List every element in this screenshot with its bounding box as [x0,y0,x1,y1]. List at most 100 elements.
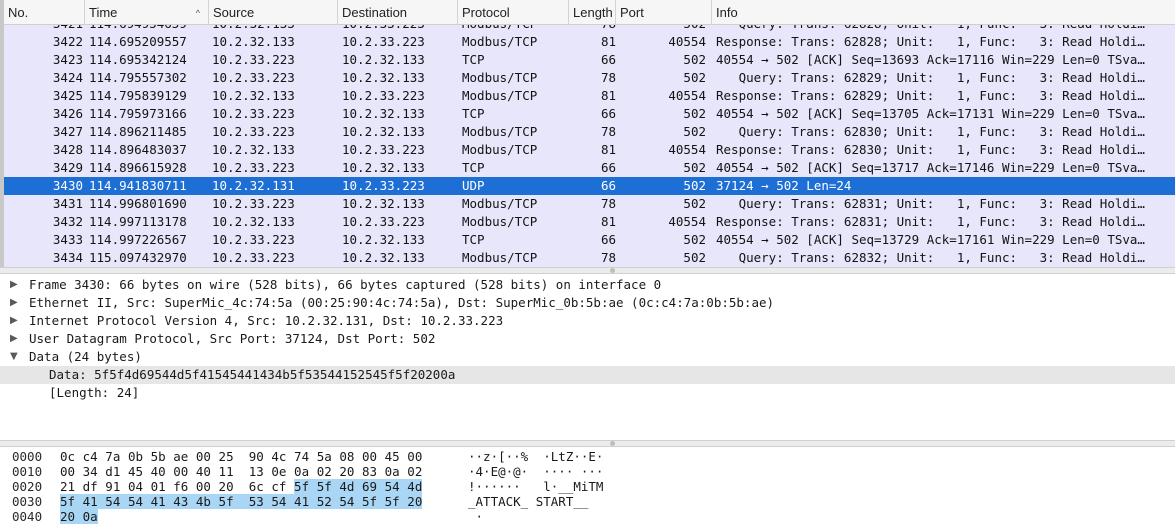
hex-byte[interactable]: 00 [173,464,188,479]
hex-ascii[interactable]: · [468,509,484,524]
hex-byte[interactable]: 08 [339,449,354,464]
hex-byte[interactable]: 11 [219,464,234,479]
hex-byte[interactable]: 40 [151,464,166,479]
hex-byte[interactable]: cf [271,479,294,494]
hex-byte[interactable]: 5b [151,449,166,464]
hex-ascii[interactable]: !······ l·__MiTM [468,479,603,494]
packet-row[interactable]: 3426 114.795973166 10.2.33.223 10.2.32.133 T… [4,105,1175,123]
hex-byte[interactable]: 13 [249,464,264,479]
packet-row[interactable]: 3424 114.795557302 10.2.33.223 10.2.32.133 M… [4,69,1175,87]
expand-right-triangle-icon[interactable]: ▶ [10,330,22,348]
hex-byte[interactable]: 5f [316,479,340,494]
hex-byte[interactable]: 5f [362,494,385,509]
hex-byte[interactable]: 5f [384,494,408,509]
hex-byte[interactable]: 54 [339,494,362,509]
packet-row[interactable]: 3432 114.997113178 10.2.32.133 10.2.33.223 M… [4,213,1175,231]
tree-row[interactable]: ▶ Frame 3430: 66 bytes on wire (528 bits)… [0,276,1175,294]
hex-byte[interactable]: 41 [82,494,106,509]
hex-ascii[interactable]: ··z·[··% ·LtZ··E· [468,449,603,464]
hex-byte[interactable]: 45 [385,449,400,464]
packet-row[interactable]: 3429 114.896615928 10.2.33.223 10.2.32.133 T… [4,159,1175,177]
expand-right-triangle-icon[interactable]: ▶ [10,312,22,330]
hex-byte[interactable]: 69 [362,479,385,494]
expand-right-triangle-icon[interactable]: ▶ [10,276,22,294]
packet-bytes-pane[interactable]: 0000 0c c4 7a 0b 5b ae 00 25 90 4c 74 5a 08 00 45 00 ··z·… [0,447,1175,532]
hex-byte[interactable]: 21 [60,479,75,494]
hex-byte[interactable]: 02 [407,464,422,479]
hex-byte[interactable]: 20 [407,494,423,509]
hex-byte[interactable]: 5a [317,449,332,464]
col-source-header[interactable]: Source [209,0,338,25]
hex-byte[interactable]: 54 [271,494,295,509]
hex-byte[interactable]: 90 [249,449,264,464]
col-info-header[interactable]: Info [712,0,1175,25]
hex-byte[interactable]: 4c [271,449,286,464]
hex-byte[interactable]: 41 [150,494,174,509]
hex-byte[interactable]: 52 [316,494,340,509]
tree-row[interactable]: Data: 5f5f4d69544d5f41545441434b5f535441… [0,366,1175,384]
hex-byte[interactable]: 53 [248,494,272,509]
hex-byte[interactable]: f6 [173,479,188,494]
hex-byte[interactable]: 45 [128,464,143,479]
col-destination-header[interactable]: Destination [338,0,458,25]
packet-row[interactable]: 3425 114.795839129 10.2.32.133 10.2.33.223 M… [4,87,1175,105]
hex-byte[interactable]: 4d [339,479,362,494]
hex-byte[interactable]: 00 [196,479,211,494]
hex-byte[interactable]: 0c [60,449,75,464]
hex-byte[interactable]: 54 [105,494,128,509]
tree-row[interactable]: [Length: 24] [0,384,1175,402]
col-time-header[interactable]: Time ^ [85,0,209,25]
expand-down-triangle-icon[interactable]: ▼ [10,348,22,366]
tree-row[interactable]: ▶ Internet Protocol Version 4, Src: 10.2.… [0,312,1175,330]
hex-byte[interactable]: 0a [385,464,400,479]
col-no-header[interactable]: No. [4,0,85,25]
hex-byte[interactable]: 0a [294,464,309,479]
hex-byte[interactable]: 74 [294,449,309,464]
hex-byte[interactable]: 7a [105,449,120,464]
expand-right-triangle-icon[interactable]: ▶ [10,294,22,312]
hex-byte[interactable]: 34 [83,464,98,479]
hex-byte[interactable]: 6c [249,479,264,494]
hex-byte[interactable]: 4d [407,479,423,494]
packet-row[interactable]: 3433 114.997226567 10.2.33.223 10.2.32.133 T… [4,231,1175,249]
packet-row[interactable]: 3423 114.695342124 10.2.33.223 10.2.32.133 T… [4,51,1175,69]
col-port-header[interactable]: Port [616,0,712,25]
hex-byte[interactable]: 02 [317,464,332,479]
hex-byte[interactable]: 5f [294,479,317,494]
hex-byte[interactable]: d1 [105,464,120,479]
packet-row[interactable]: 3431 114.996801690 10.2.33.223 10.2.32.133 M… [4,195,1175,213]
packet-list[interactable]: 3421114.69495465910.2.32.13310.2.33.223M… [0,0,1175,267]
hex-byte[interactable]: 5f [60,494,83,509]
col-length-header[interactable]: Length [569,0,616,25]
hex-byte[interactable]: 5f [218,494,249,509]
hex-ascii[interactable]: ·4·E@·@· ···· ··· [468,464,603,479]
hex-byte[interactable]: 20 [339,464,354,479]
hex-byte[interactable]: 40 [196,464,211,479]
hex-byte[interactable]: 00 [60,464,75,479]
hex-byte[interactable]: 4b [195,494,219,509]
packet-row[interactable]: 3427 114.896211485 10.2.33.223 10.2.32.133 M… [4,123,1175,141]
packet-row[interactable]: 3422 114.695209557 10.2.32.133 10.2.33.223 M… [4,33,1175,51]
tree-row[interactable]: ▶ User Datagram Protocol, Src Port: 37124… [0,330,1175,348]
splitter-top[interactable] [0,267,1175,274]
hex-byte[interactable]: c4 [83,449,98,464]
packet-row[interactable]: 3434 115.097432970 10.2.33.223 10.2.32.133 M… [4,249,1175,267]
hex-byte[interactable]: 00 [196,449,211,464]
hex-byte[interactable]: 54 [384,479,408,494]
hex-byte[interactable]: 0b [128,449,143,464]
hex-byte[interactable]: 0a [82,509,98,524]
hex-byte[interactable]: df [83,479,98,494]
hex-byte[interactable]: 00 [362,449,377,464]
hex-byte[interactable]: 0e [271,464,286,479]
hex-byte[interactable]: 54 [127,494,151,509]
hex-byte[interactable]: 91 [105,479,120,494]
col-protocol-header[interactable]: Protocol [458,0,569,25]
hex-byte[interactable]: 04 [128,479,143,494]
tree-row[interactable]: ▶ Ethernet II, Src: SuperMic_4c:74:5a (00… [0,294,1175,312]
hex-byte[interactable]: 01 [151,479,166,494]
hex-byte[interactable]: ae [173,449,188,464]
hex-byte[interactable]: 83 [362,464,377,479]
packet-row-selected[interactable]: 3430 114.941830711 10.2.32.131 10.2.33.223 U… [4,177,1175,195]
packet-row[interactable]: 3428 114.896483037 10.2.32.133 10.2.33.223 M… [4,141,1175,159]
hex-byte[interactable]: 25 [219,449,234,464]
